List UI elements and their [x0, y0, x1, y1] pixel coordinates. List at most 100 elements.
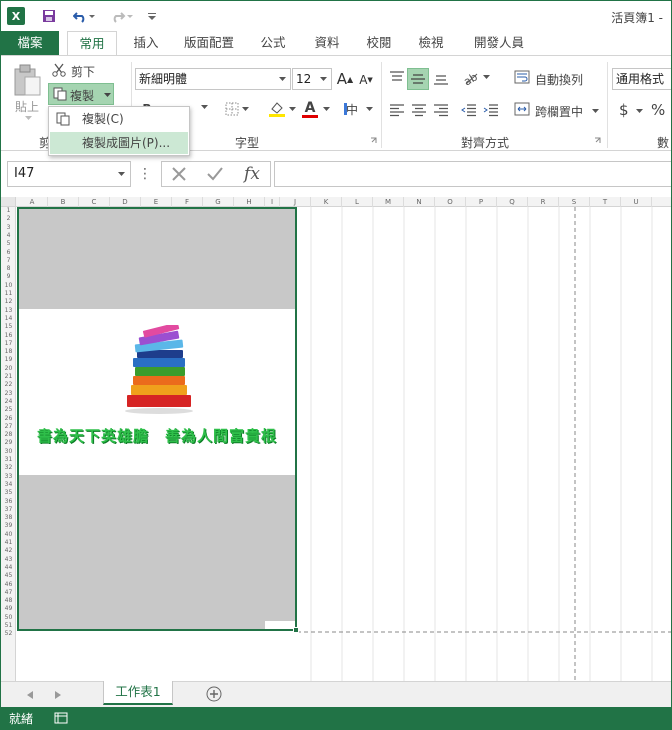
document-title: 活頁簿1 -	[611, 11, 663, 25]
merge-center-icon[interactable]	[513, 100, 531, 118]
underline-dropdown-icon[interactable]	[199, 102, 209, 112]
cancel-icon[interactable]	[167, 163, 191, 185]
customize-qat-icon[interactable]	[145, 7, 159, 25]
borders-icon[interactable]	[223, 100, 241, 118]
add-sheet-icon[interactable]	[205, 685, 223, 703]
align-middle-icon[interactable]	[407, 68, 429, 90]
fill-color-dropdown-icon[interactable]	[288, 106, 296, 112]
status-bar: 就緒	[1, 707, 671, 729]
scroll-right-icon[interactable]	[51, 688, 65, 702]
phonetic-icon[interactable]: 中	[343, 100, 363, 118]
copy-dropdown-icon	[103, 92, 111, 97]
fx-label: fx	[244, 164, 260, 184]
cut-label[interactable]: 剪下	[71, 63, 95, 80]
name-box-value: I47	[14, 166, 35, 181]
tab-insert[interactable]: 插入	[125, 31, 167, 55]
font-launcher-icon[interactable]	[369, 136, 377, 144]
name-box[interactable]: I47	[7, 161, 131, 187]
svg-text:中: 中	[346, 102, 358, 117]
chevron-down-icon	[320, 77, 327, 81]
menu-item-copy-label: 複製(C)	[82, 112, 124, 126]
insert-function-icon[interactable]: fx	[239, 161, 265, 187]
formula-input[interactable]	[274, 161, 671, 187]
menu-item-copy-as-picture[interactable]: 複製成圖片(P)...	[50, 132, 188, 154]
align-top-icon[interactable]	[387, 68, 407, 88]
font-color-icon[interactable]: A	[300, 98, 320, 120]
percent-icon[interactable]: %	[651, 101, 665, 119]
excel-app-icon[interactable]: X	[7, 7, 25, 25]
merge-dropdown-icon[interactable]	[591, 108, 599, 114]
number-format-select[interactable]: 通用格式	[612, 68, 671, 90]
font-name-value: 新細明體	[139, 72, 188, 86]
align-bottom-icon[interactable]	[431, 68, 451, 88]
alignment-launcher-icon[interactable]	[593, 136, 601, 144]
tab-page-layout[interactable]: 版面配置	[177, 31, 241, 55]
paste-label[interactable]: 貼上	[15, 98, 39, 115]
align-right-icon[interactable]	[431, 100, 451, 120]
paste-icon[interactable]	[11, 62, 43, 98]
increase-indent-icon[interactable]	[481, 100, 501, 120]
orientation-icon[interactable]: ab	[461, 68, 481, 88]
excel-window: X 活頁簿1 - 檔案 常用 插入 版面配置 公式 資料 校閱 檢視 開發人員 …	[0, 0, 672, 730]
currency-dropdown-icon[interactable]	[635, 108, 643, 114]
separator	[607, 62, 608, 148]
align-center-icon[interactable]	[409, 100, 429, 120]
tab-file[interactable]: 檔案	[1, 31, 59, 55]
book-picture[interactable]: 書為天下英雄膽 善為人間富貴根	[19, 309, 295, 475]
tab-developer[interactable]: 開發人員	[467, 31, 531, 55]
menu-item-copy[interactable]: 複製(C)	[50, 108, 188, 130]
currency-icon[interactable]: $	[619, 101, 629, 119]
tab-data[interactable]: 資料	[307, 31, 347, 55]
redo-icon[interactable]	[107, 7, 137, 25]
macro-record-icon[interactable]	[53, 710, 69, 726]
orientation-dropdown-icon[interactable]	[482, 74, 490, 80]
grow-font-icon[interactable]: A ▲	[336, 69, 354, 89]
wrap-text-icon[interactable]	[513, 68, 531, 86]
chevron-down-icon	[118, 172, 125, 176]
wrap-text-label[interactable]: 自動換列	[535, 71, 583, 88]
copy-icon	[55, 111, 71, 127]
borders-dropdown-icon[interactable]	[241, 106, 249, 112]
tab-view[interactable]: 檢視	[411, 31, 451, 55]
font-group-label: 字型	[235, 136, 260, 150]
worksheet-grid[interactable]: ABCDEFGHIJKLMNOPQRSTU 1 2 3 4 5 6 7 8 9 10 11 12 13 1…	[1, 197, 671, 681]
merge-center-label[interactable]: 跨欄置中	[535, 103, 583, 120]
copy-button[interactable]: 複製	[48, 83, 114, 105]
scissors-icon[interactable]	[51, 62, 67, 78]
menu-item-copy-as-picture-label: 複製成圖片(P)...	[82, 136, 171, 150]
scroll-left-icon[interactable]	[23, 688, 37, 702]
tab-home[interactable]: 常用	[67, 31, 117, 56]
tab-review[interactable]: 校閱	[359, 31, 399, 55]
picture-caption: 書為天下英雄膽 善為人間富貴根	[36, 427, 277, 445]
copy-dropdown-menu: 複製(C) 複製成圖片(P)...	[48, 106, 190, 156]
font-size-select[interactable]: 12	[292, 68, 332, 90]
fill-color-icon[interactable]	[266, 98, 288, 120]
selection-gap	[265, 621, 295, 629]
align-left-icon[interactable]	[387, 100, 407, 120]
selected-range[interactable]: 書為天下英雄膽 善為人間富貴根	[17, 207, 297, 631]
alignment-group-label: 對齊方式	[461, 136, 510, 150]
more-options-icon[interactable]: ⋮	[138, 165, 152, 183]
svg-text:ab: ab	[462, 70, 480, 86]
fill-handle[interactable]	[293, 627, 299, 633]
font-name-select[interactable]: 新細明體	[135, 68, 291, 90]
tab-formulas[interactable]: 公式	[253, 31, 293, 55]
font-color-dropdown-icon[interactable]	[322, 106, 330, 112]
sheet-tab-active[interactable]: 工作表1	[103, 681, 173, 705]
phonetic-dropdown-icon[interactable]	[365, 106, 373, 112]
copy-label: 複製	[70, 89, 95, 103]
copy-icon	[52, 86, 68, 102]
status-ready: 就緒	[9, 712, 34, 726]
shrink-font-label: A	[359, 73, 368, 87]
grow-font-label: A	[336, 70, 348, 88]
enter-icon[interactable]	[203, 163, 227, 185]
paste-dropdown-icon[interactable]	[23, 114, 33, 122]
separator	[381, 62, 382, 148]
app-icon-letter: X	[11, 9, 21, 23]
save-icon[interactable]	[39, 7, 59, 25]
number-group-label: 數	[657, 136, 670, 150]
formula-bar: I47 ⋮ fx	[1, 151, 671, 197]
decrease-indent-icon[interactable]	[459, 100, 479, 120]
shrink-font-icon[interactable]: A ▼	[358, 71, 374, 89]
undo-icon[interactable]	[69, 7, 99, 25]
